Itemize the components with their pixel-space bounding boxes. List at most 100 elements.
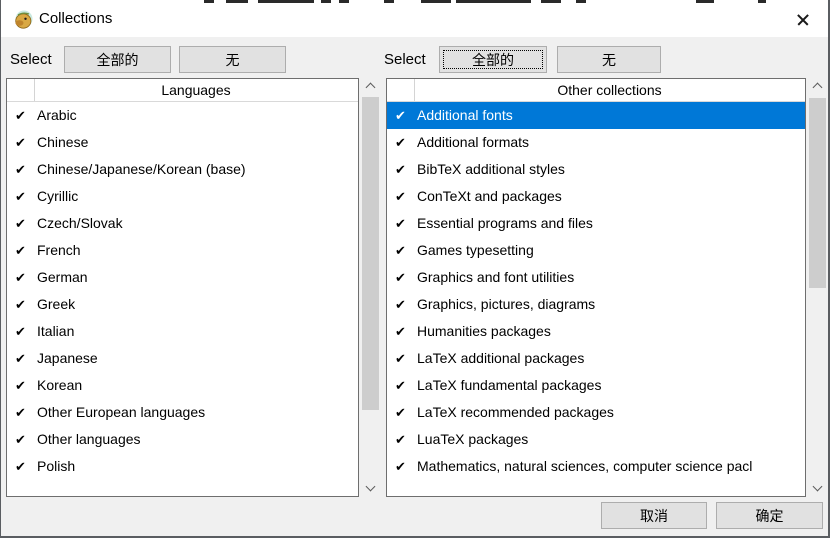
checkmark-icon: ✔	[395, 129, 415, 156]
list-item-label: Czech/Slovak	[37, 210, 358, 237]
collections-header-label: Other collections	[387, 79, 805, 101]
checkmark-icon: ✔	[15, 318, 35, 345]
select-all-button-left[interactable]: 全部的	[64, 46, 171, 73]
scroll-down-icon[interactable]	[362, 480, 379, 497]
list-row[interactable]: ✔Graphics and font utilities	[387, 264, 805, 291]
list-item-label: Arabic	[37, 102, 358, 129]
list-item-label: LaTeX fundamental packages	[417, 372, 805, 399]
list-item-label: French	[37, 237, 358, 264]
texlive-app-icon	[14, 10, 34, 30]
languages-header-label: Languages	[7, 79, 358, 101]
list-row[interactable]: ✔LuaTeX packages	[387, 426, 805, 453]
list-row[interactable]: ✔French	[7, 237, 358, 264]
list-row[interactable]: ✔LaTeX fundamental packages	[387, 372, 805, 399]
list-item-label: Graphics, pictures, diagrams	[417, 291, 805, 318]
checkmark-icon: ✔	[15, 183, 35, 210]
list-item-label: LaTeX additional packages	[417, 345, 805, 372]
checkmark-icon: ✔	[395, 183, 415, 210]
languages-scrollbar[interactable]	[362, 78, 379, 497]
list-item-label: Other languages	[37, 426, 358, 453]
list-row[interactable]: ✔BibTeX additional styles	[387, 156, 805, 183]
scroll-down-icon[interactable]	[809, 480, 826, 497]
list-row[interactable]: ✔Other European languages	[7, 399, 358, 426]
list-item-label: Games typesetting	[417, 237, 805, 264]
list-row[interactable]: ✔Other languages	[7, 426, 358, 453]
checkmark-icon: ✔	[15, 372, 35, 399]
list-row[interactable]: ✔Cyrillic	[7, 183, 358, 210]
select-label-left: Select	[10, 46, 52, 73]
collections-list-header[interactable]: Other collections	[387, 79, 805, 102]
collections-scrollbar[interactable]	[809, 78, 826, 497]
checkmark-icon: ✔	[395, 291, 415, 318]
checkmark-icon: ✔	[395, 237, 415, 264]
scrollbar-thumb[interactable]	[362, 97, 379, 410]
list-row[interactable]: ✔Chinese	[7, 129, 358, 156]
checkmark-icon: ✔	[395, 426, 415, 453]
checkmark-icon: ✔	[15, 237, 35, 264]
select-none-button-right[interactable]: 无	[557, 46, 661, 73]
list-row[interactable]: ✔Additional fonts	[387, 102, 805, 129]
close-button[interactable]	[790, 7, 816, 33]
window-title: Collections	[39, 3, 112, 37]
checkmark-icon: ✔	[15, 129, 35, 156]
checkmark-icon: ✔	[15, 210, 35, 237]
checkmark-icon: ✔	[395, 345, 415, 372]
list-item-label: Essential programs and files	[417, 210, 805, 237]
checkmark-icon: ✔	[15, 291, 35, 318]
languages-list: Languages ✔Arabic✔Chinese✔Chinese/Japane…	[6, 78, 359, 497]
list-row[interactable]: ✔Additional formats	[387, 129, 805, 156]
list-item-label: Humanities packages	[417, 318, 805, 345]
collections-list: Other collections ✔Additional fonts✔Addi…	[386, 78, 806, 497]
list-item-label: BibTeX additional styles	[417, 156, 805, 183]
select-none-button-left[interactable]: 无	[179, 46, 286, 73]
list-row[interactable]: ✔ConTeXt and packages	[387, 183, 805, 210]
collections-rows: ✔Additional fonts✔Additional formats✔Bib…	[387, 102, 805, 496]
list-item-label: Korean	[37, 372, 358, 399]
checkmark-icon: ✔	[395, 372, 415, 399]
list-item-label: Additional formats	[417, 129, 805, 156]
list-row[interactable]: ✔Greek	[7, 291, 358, 318]
checkmark-icon: ✔	[15, 264, 35, 291]
list-item-label: Other European languages	[37, 399, 358, 426]
list-row[interactable]: ✔Arabic	[7, 102, 358, 129]
checkmark-icon: ✔	[395, 453, 415, 480]
list-row[interactable]: ✔Czech/Slovak	[7, 210, 358, 237]
list-item-label: ConTeXt and packages	[417, 183, 805, 210]
list-row[interactable]: ✔Polish	[7, 453, 358, 480]
scrollbar-thumb[interactable]	[809, 98, 826, 288]
scroll-up-icon[interactable]	[809, 78, 826, 95]
list-row[interactable]: ✔LaTeX recommended packages	[387, 399, 805, 426]
list-item-label: Greek	[37, 291, 358, 318]
select-label-right: Select	[384, 46, 426, 73]
titlebar: Collections	[1, 3, 828, 37]
column-divider	[34, 79, 35, 101]
select-all-button-right[interactable]: 全部的	[439, 46, 547, 73]
list-row[interactable]: ✔Humanities packages	[387, 318, 805, 345]
checkmark-icon: ✔	[15, 156, 35, 183]
list-row[interactable]: ✔Graphics, pictures, diagrams	[387, 291, 805, 318]
list-item-label: LaTeX recommended packages	[417, 399, 805, 426]
checkmark-icon: ✔	[395, 318, 415, 345]
list-item-label: Polish	[37, 453, 358, 480]
list-row[interactable]: ✔Italian	[7, 318, 358, 345]
list-row[interactable]: ✔Games typesetting	[387, 237, 805, 264]
collections-dialog: Collections Select 全部的 无 Select 全部的 无 La…	[0, 0, 830, 538]
checkmark-icon: ✔	[395, 264, 415, 291]
list-row[interactable]: ✔Essential programs and files	[387, 210, 805, 237]
ok-button[interactable]: 确定	[716, 502, 823, 529]
checkmark-icon: ✔	[15, 426, 35, 453]
list-row[interactable]: ✔Mathematics, natural sciences, computer…	[387, 453, 805, 480]
list-item-label: Japanese	[37, 345, 358, 372]
list-item-label: Chinese/Japanese/Korean (base)	[37, 156, 358, 183]
list-row[interactable]: ✔Japanese	[7, 345, 358, 372]
list-item-label: German	[37, 264, 358, 291]
cancel-button[interactable]: 取消	[601, 502, 707, 529]
checkmark-icon: ✔	[395, 399, 415, 426]
list-item-label: LuaTeX packages	[417, 426, 805, 453]
list-row[interactable]: ✔German	[7, 264, 358, 291]
list-row[interactable]: ✔Chinese/Japanese/Korean (base)	[7, 156, 358, 183]
languages-list-header[interactable]: Languages	[7, 79, 358, 102]
list-row[interactable]: ✔LaTeX additional packages	[387, 345, 805, 372]
list-row[interactable]: ✔Korean	[7, 372, 358, 399]
scroll-up-icon[interactable]	[362, 78, 379, 95]
